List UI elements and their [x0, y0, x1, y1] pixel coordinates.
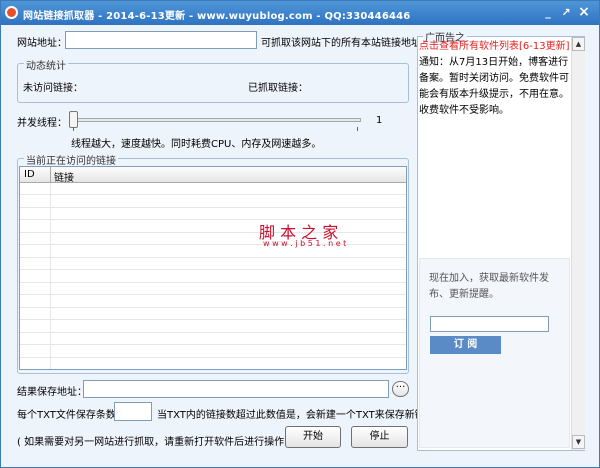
scroll-down-icon[interactable]: ▼: [572, 435, 585, 449]
stats-title: 动态统计: [24, 57, 68, 72]
slider-tick: [357, 127, 358, 131]
table-row: [20, 208, 406, 220]
table-row: [20, 308, 406, 320]
threads-slider-thumb[interactable]: [69, 111, 78, 128]
column-header-id[interactable]: ID: [24, 169, 35, 180]
title-bar: 网站链接抓取器 - 2014-6-13更新 - www.wuyublog.com…: [1, 1, 599, 25]
table-row: [20, 196, 406, 208]
column-divider: [50, 183, 51, 369]
restore-button[interactable]: ↗: [559, 6, 573, 20]
per-file-note: 当TXT内的链接数超过此数值是，会新建一个TXT来保存新链接。: [157, 410, 445, 421]
table-row: [20, 258, 406, 270]
table-row: [20, 233, 406, 245]
per-file-input[interactable]: [114, 402, 152, 421]
site-url-label: 网站地址：: [17, 38, 67, 49]
table-header: ID 链接: [20, 167, 406, 184]
app-logo-icon: [5, 6, 18, 19]
current-links-title: 当前正在访问的链接: [24, 152, 118, 167]
table-row: [20, 283, 406, 295]
threads-label: 并发线程：: [17, 118, 67, 129]
subscribe-button[interactable]: 订 阅: [430, 336, 501, 354]
threads-value: 1: [376, 115, 383, 126]
ad-notice: 通知：从7月13日开始，博客进行备案。暂时关闭访问。免费软件可能会有版本升级提示…: [419, 57, 569, 116]
subscribe-text: 现在加入，获取最新软件发布、更新提醒。: [429, 273, 549, 300]
table-row: [20, 271, 406, 283]
table-row: [20, 296, 406, 308]
save-path-label: 结果保存地址：: [17, 387, 87, 398]
scroll-up-icon[interactable]: ▲: [572, 37, 585, 51]
table-row: [20, 358, 406, 369]
browse-button[interactable]: ···: [392, 381, 409, 397]
per-file-label: 每个TXT文件保存条数：: [17, 410, 126, 421]
site-url-input[interactable]: [65, 31, 257, 49]
table-row: [20, 333, 406, 345]
table-row: [20, 346, 406, 358]
table-row: [20, 221, 406, 233]
app-window: 网站链接抓取器 - 2014-6-13更新 - www.wuyublog.com…: [0, 0, 600, 468]
unvisited-label: 未访问链接：: [23, 83, 83, 94]
threads-note: 线程越大，速度越快。同时耗费CPU、内存及网速越多。: [71, 139, 322, 150]
table-row: [20, 246, 406, 258]
software-list-link[interactable]: 点击查看所有软件列表[6-13更新]: [419, 39, 571, 55]
subscribe-email-input[interactable]: [430, 316, 549, 332]
site-url-hint: 可抓取该网站下的所有本站链接地址。: [261, 38, 431, 49]
column-header-link[interactable]: 链接: [54, 169, 74, 184]
table-row: [20, 183, 406, 195]
close-button[interactable]: ×: [577, 5, 591, 20]
stop-button[interactable]: 停止: [351, 426, 408, 448]
table-row: [20, 321, 406, 333]
start-button[interactable]: 开始: [285, 426, 341, 448]
watermark-url: w w w . j b 5 1 . n e t: [263, 239, 347, 248]
ad-scrollbar[interactable]: ▲ ▼: [571, 37, 585, 450]
current-links-table[interactable]: ID 链接: [19, 166, 407, 370]
footer-note: ( 如果需要对另一网站进行抓取，请重新打开软件后进行操作！ ): [17, 437, 302, 448]
minimize-button[interactable]: _: [541, 6, 555, 20]
fetched-label: 已抓取链接：: [248, 83, 308, 94]
window-title: 网站链接抓取器 - 2014-6-13更新 - www.wuyublog.com…: [23, 11, 411, 22]
save-path-input[interactable]: [83, 380, 389, 398]
slider-tick: [73, 127, 74, 131]
threads-slider-track[interactable]: [69, 118, 361, 122]
